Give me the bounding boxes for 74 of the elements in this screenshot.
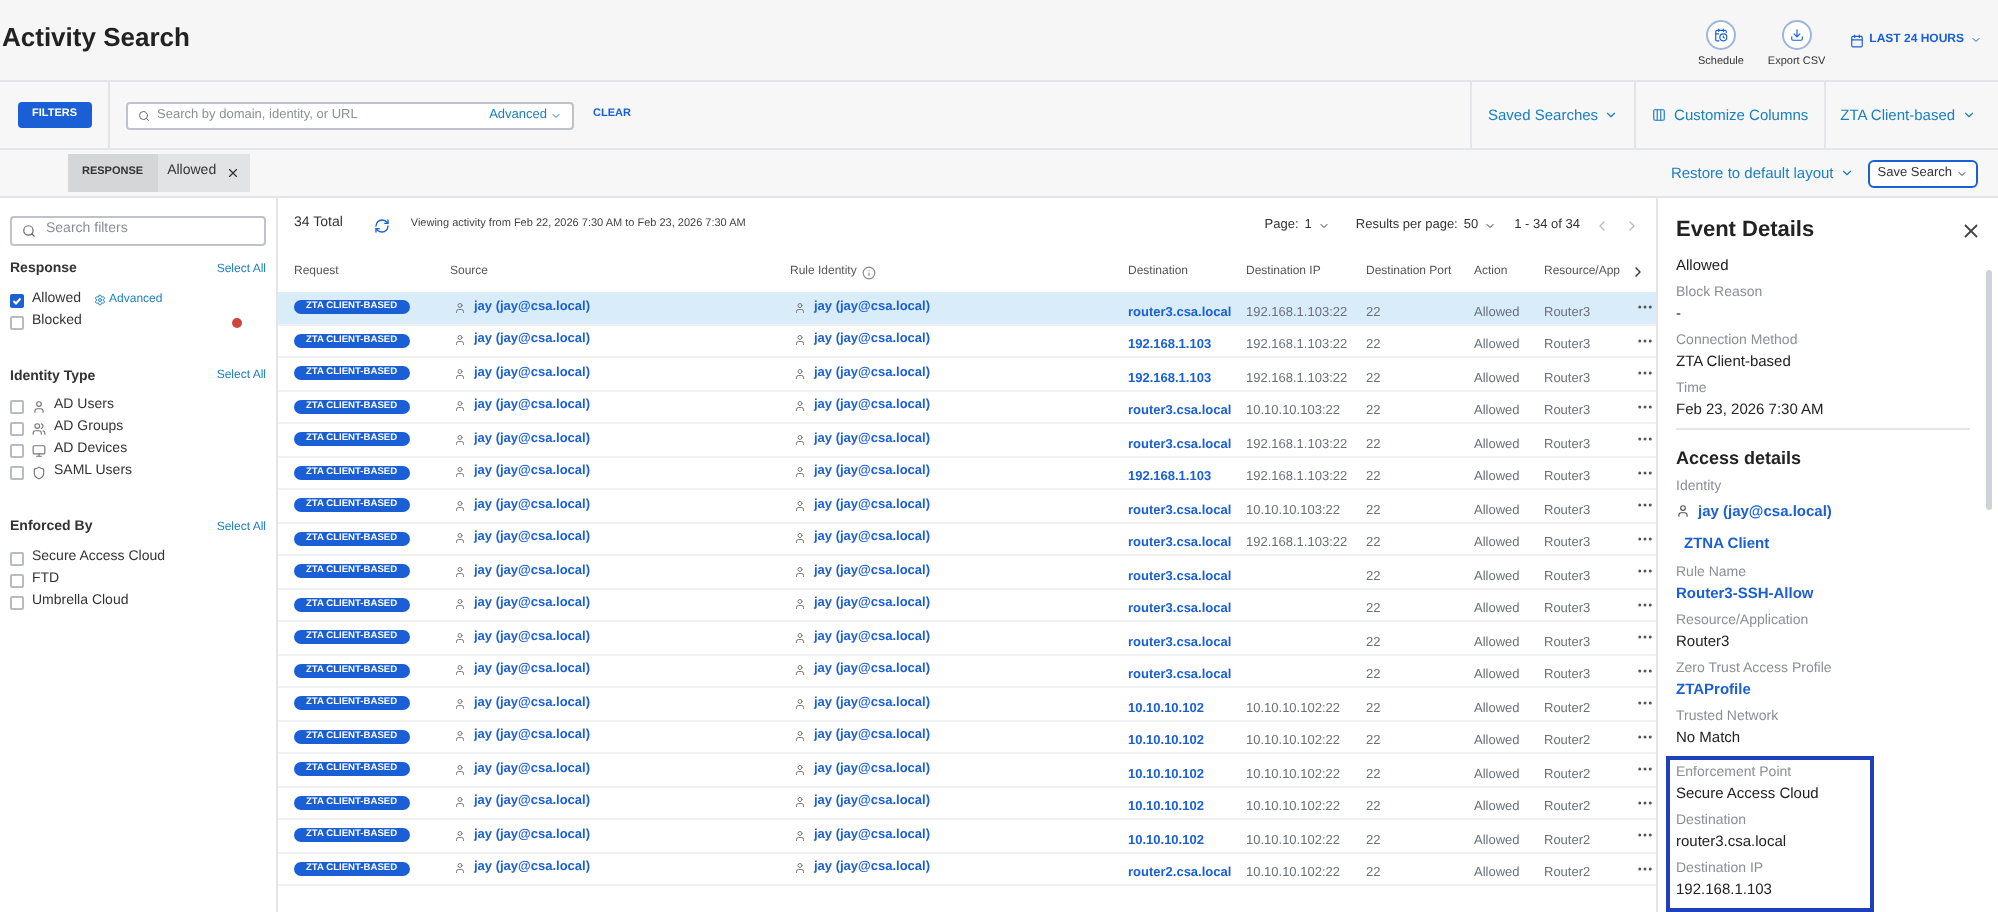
user-icon [794,433,806,446]
download-icon [1789,28,1804,43]
user-icon [794,334,806,347]
group-icon [32,422,46,436]
user-icon [454,400,466,413]
caret-icon [1484,219,1497,231]
checkbox[interactable] [10,400,24,414]
user-icon [454,301,466,314]
checkbox[interactable] [10,595,24,609]
columns-icon [1652,108,1667,122]
user-icon [454,796,466,809]
check-icon [12,295,22,305]
user-icon [454,499,466,512]
user-icon [794,400,806,413]
search-icon [22,224,36,238]
user-icon [794,565,806,578]
user-icon [454,697,466,710]
user-icon [794,598,806,611]
remove-icon[interactable] [226,166,241,180]
monitor-icon [32,444,46,458]
user-icon [794,664,806,677]
user-icon [454,631,466,644]
scroll-right-icon[interactable] [1630,264,1646,280]
user-icon [454,466,466,479]
user-icon [794,829,806,842]
gear-icon [93,294,106,306]
user-icon [454,532,466,545]
panel-title: Event Details [1676,216,1815,246]
checkbox[interactable] [10,444,24,458]
search-icon [137,109,150,121]
user-icon [794,796,806,809]
user-icon [794,730,806,743]
caret-icon [1839,166,1854,180]
calendar-icon [1713,28,1728,43]
caret-icon [1317,219,1330,231]
user-icon [794,532,806,545]
user-icon [454,433,466,446]
user-icon [454,763,466,776]
user-icon [454,334,466,347]
user-icon [794,367,806,380]
checkbox[interactable] [10,466,24,480]
checkbox[interactable] [10,573,24,587]
user-icon [794,763,806,776]
user-icon [454,664,466,677]
user-icon [794,499,806,512]
shield-icon [32,466,46,480]
refresh-icon[interactable] [374,217,391,233]
caret-icon [1604,108,1619,122]
caret-icon [1956,167,1968,179]
user-icon [794,301,806,314]
user-icon [454,730,466,743]
checkbox[interactable] [10,422,24,436]
user-icon [794,697,806,710]
user-icon [454,829,466,842]
user-icon [454,598,466,611]
caret-icon [549,109,562,121]
user-icon [1676,504,1690,519]
user-icon [794,631,806,644]
close-icon[interactable] [1960,219,1982,242]
user-icon [794,466,806,479]
user-icon [454,367,466,380]
user-icon [794,862,806,875]
scrollbar-thumb[interactable] [1986,270,1992,510]
user-icon [32,400,46,414]
user-icon [454,565,466,578]
calendar-icon [1849,33,1864,47]
checkbox[interactable] [10,315,24,329]
caret-icon [1970,34,1982,46]
section-heading: Access details [1676,445,1804,471]
user-icon [454,862,466,875]
info-icon [862,265,877,279]
caret-icon [1961,108,1976,122]
checkbox[interactable] [10,551,24,565]
page-title: Activity Search [2,19,190,56]
